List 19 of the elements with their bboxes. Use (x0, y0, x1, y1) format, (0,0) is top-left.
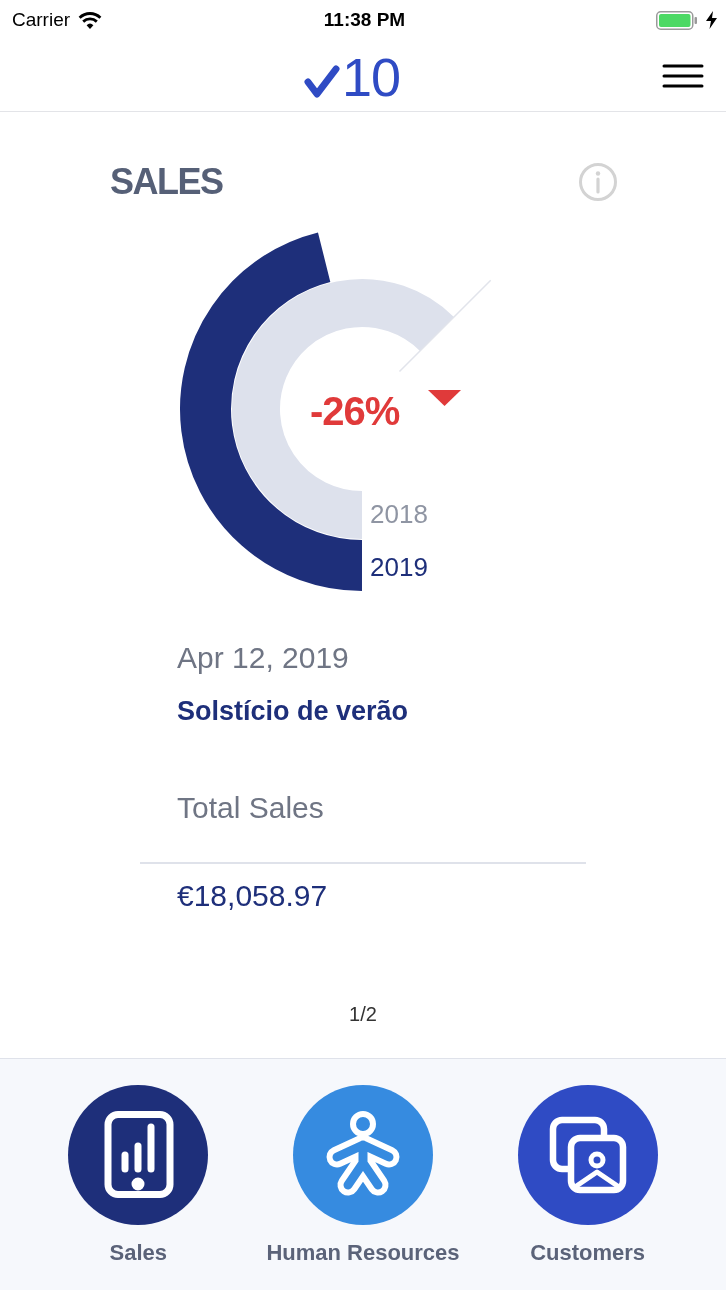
change-percent: -26% (310, 388, 400, 435)
page-indicator: 1/2 (349, 1001, 377, 1027)
battery-icon (656, 10, 698, 30)
metric-label: Total Sales (177, 790, 324, 826)
section-title: SALES (110, 160, 223, 204)
event-date: Apr 12, 2019 (177, 640, 349, 676)
status-time: 11:38 PM (323, 9, 406, 31)
carrier-name: Carrier (12, 9, 71, 31)
legend-label: 2018 (370, 498, 428, 530)
event-name: Solstício de verão (177, 695, 409, 728)
tab-button[interactable]: Human Resources (266, 1085, 460, 1266)
metric-value: €18,058.97 (177, 877, 328, 914)
tab-button[interactable]: Customers (517, 1085, 658, 1266)
wifi-icon (78, 11, 103, 29)
menu-icon[interactable] (662, 63, 704, 88)
legend-label: 2019 (370, 551, 428, 583)
logo-text: 10 (341, 51, 401, 102)
checkmark-icon (303, 64, 340, 99)
tab-button[interactable]: Sales (68, 1085, 209, 1266)
